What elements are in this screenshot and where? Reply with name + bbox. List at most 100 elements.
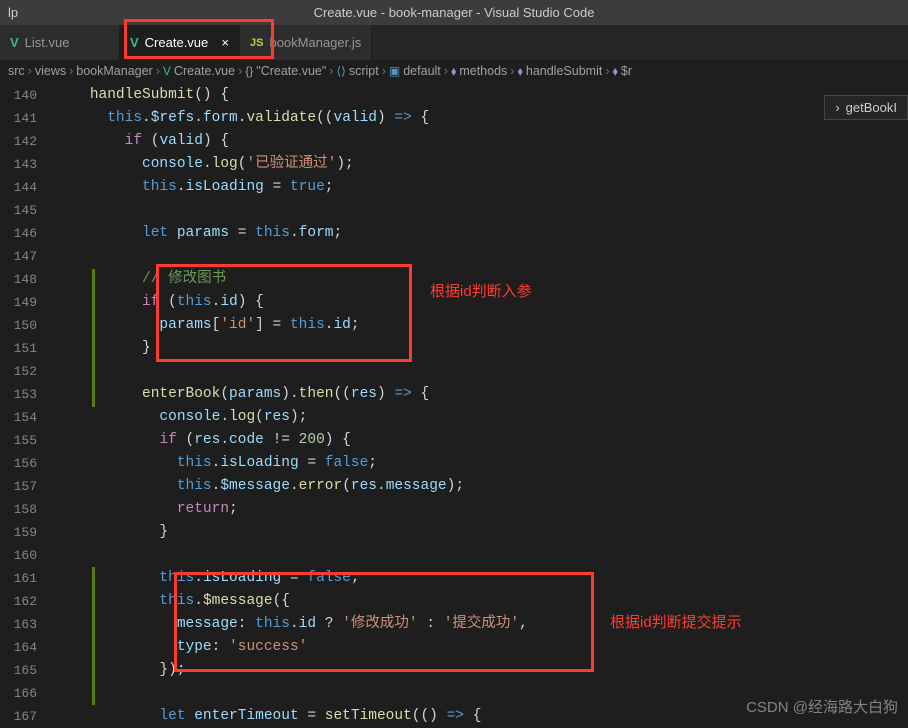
line-number: 151 xyxy=(0,337,37,360)
tab-label: Create.vue xyxy=(145,35,209,50)
window-title: Create.vue - book-manager - Visual Studi… xyxy=(314,5,595,20)
cube-icon: ⬧ xyxy=(451,64,456,79)
breadcrumb-item[interactable]: views xyxy=(35,64,66,78)
breadcrumb-item[interactable]: $r xyxy=(621,64,632,78)
line-number: 154 xyxy=(0,406,37,429)
code-line[interactable] xyxy=(55,199,908,222)
line-number: 155 xyxy=(0,429,37,452)
line-number: 144 xyxy=(0,176,37,199)
line-number: 163 xyxy=(0,613,37,636)
breadcrumb-item[interactable]: bookManager xyxy=(76,64,152,78)
line-number: 166 xyxy=(0,682,37,705)
vue-icon: V xyxy=(10,35,19,50)
tab-list-vue[interactable]: V List.vue xyxy=(0,25,120,60)
tab-label: List.vue xyxy=(25,35,70,50)
tab-bookmanager-js[interactable]: JS bookManager.js xyxy=(240,25,372,60)
git-modified-marker xyxy=(92,269,95,407)
code-line[interactable]: this.$message({ xyxy=(55,590,908,613)
line-number: 164 xyxy=(0,636,37,659)
line-number: 145 xyxy=(0,199,37,222)
code-line[interactable]: enterBook(params).then((res) => { xyxy=(55,383,908,406)
line-number: 156 xyxy=(0,452,37,475)
close-icon[interactable]: × xyxy=(221,35,229,50)
code-line[interactable]: handleSubmit() { xyxy=(55,84,908,107)
line-number: 159 xyxy=(0,521,37,544)
breadcrumb-item[interactable]: methods xyxy=(459,64,507,78)
line-number: 153 xyxy=(0,383,37,406)
tab-create-vue[interactable]: V Create.vue × xyxy=(120,25,240,60)
line-number: 158 xyxy=(0,498,37,521)
code-line[interactable]: this.isLoading = false; xyxy=(55,567,908,590)
menu-help[interactable]: lp xyxy=(8,5,18,20)
vue-icon: V xyxy=(130,35,139,50)
chevron-right-icon: › xyxy=(329,64,333,78)
chevron-right-icon: › xyxy=(835,100,839,115)
chevron-right-icon: › xyxy=(510,64,514,78)
line-number: 161 xyxy=(0,567,37,590)
line-number: 152 xyxy=(0,360,37,383)
line-number: 141 xyxy=(0,107,37,130)
line-gutter: 1401411421431441451461471481491501511521… xyxy=(0,82,55,723)
suggestion-text: getBookI xyxy=(846,100,897,115)
chevron-right-icon: › xyxy=(382,64,386,78)
line-number: 165 xyxy=(0,659,37,682)
code-line[interactable]: type: 'success' xyxy=(55,636,908,659)
cube-icon: ⬧ xyxy=(613,64,618,79)
code-line[interactable] xyxy=(55,544,908,567)
breadcrumb-item[interactable]: "Create.vue" xyxy=(256,64,326,78)
tab-label: bookManager.js xyxy=(269,35,361,50)
braces-icon: {} xyxy=(245,64,253,78)
code-icon: ⟨⟩ xyxy=(336,64,345,78)
line-number: 167 xyxy=(0,705,37,728)
code-line[interactable]: let params = this.form; xyxy=(55,222,908,245)
code-line[interactable]: this.isLoading = false; xyxy=(55,452,908,475)
breadcrumb-item[interactable]: src xyxy=(8,64,25,78)
breadcrumb-item[interactable]: script xyxy=(349,64,379,78)
code-line[interactable]: } xyxy=(55,337,908,360)
js-icon: JS xyxy=(250,37,263,49)
code-line[interactable]: }); xyxy=(55,659,908,682)
breadcrumb-item[interactable]: Create.vue xyxy=(174,64,235,78)
vue-icon: V xyxy=(163,64,171,78)
line-number: 162 xyxy=(0,590,37,613)
line-number: 160 xyxy=(0,544,37,567)
line-number: 143 xyxy=(0,153,37,176)
line-number: 142 xyxy=(0,130,37,153)
editor-tabs: V List.vue V Create.vue × JS bookManager.js xyxy=(0,25,908,60)
var-icon: ▣ xyxy=(389,64,400,78)
code-line[interactable]: return; xyxy=(55,498,908,521)
line-number: 148 xyxy=(0,268,37,291)
chevron-right-icon: › xyxy=(238,64,242,78)
line-number: 149 xyxy=(0,291,37,314)
code-line[interactable]: console.log(res); xyxy=(55,406,908,429)
line-number: 147 xyxy=(0,245,37,268)
chevron-right-icon: › xyxy=(69,64,73,78)
annotation-text-2: 根据id判断提交提示 xyxy=(610,611,742,632)
annotation-text-1: 根据id判断入参 xyxy=(430,280,532,301)
code-line[interactable]: if (valid) { xyxy=(55,130,908,153)
breadcrumb-item[interactable]: handleSubmit xyxy=(526,64,602,78)
editor-area: 1401411421431441451461471481491501511521… xyxy=(0,82,908,723)
code-line[interactable]: this.$refs.form.validate((valid) => { xyxy=(55,107,908,130)
code-line[interactable]: params['id'] = this.id; xyxy=(55,314,908,337)
code-area[interactable]: handleSubmit() { this.$refs.form.validat… xyxy=(55,82,908,723)
line-number: 157 xyxy=(0,475,37,498)
code-line[interactable] xyxy=(55,360,908,383)
code-line[interactable]: message: this.id ? '修改成功' : '提交成功', xyxy=(55,613,908,636)
line-number: 140 xyxy=(0,84,37,107)
breadcrumb-item[interactable]: default xyxy=(403,64,441,78)
suggestion-popup[interactable]: › getBookI xyxy=(824,95,908,120)
chevron-right-icon: › xyxy=(156,64,160,78)
chevron-right-icon: › xyxy=(28,64,32,78)
code-line[interactable]: console.log('已验证通过'); xyxy=(55,153,908,176)
breadcrumb[interactable]: src›views›bookManager›VCreate.vue›{}"Cre… xyxy=(0,60,908,82)
watermark: CSDN @经海路大白狗 xyxy=(746,696,898,717)
code-line[interactable]: if (res.code != 200) { xyxy=(55,429,908,452)
code-line[interactable]: this.isLoading = true; xyxy=(55,176,908,199)
code-line[interactable]: } xyxy=(55,521,908,544)
line-number: 150 xyxy=(0,314,37,337)
code-line[interactable] xyxy=(55,245,908,268)
line-number: 146 xyxy=(0,222,37,245)
code-line[interactable]: this.$message.error(res.message); xyxy=(55,475,908,498)
chevron-right-icon: › xyxy=(444,64,448,78)
